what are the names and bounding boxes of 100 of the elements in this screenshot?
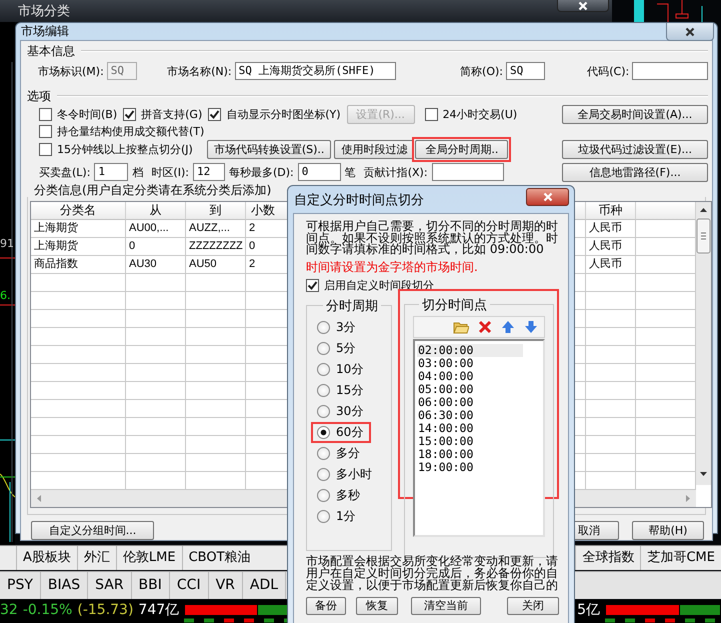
radio-label: 15分 xyxy=(336,382,364,398)
table-cell: 上海期货 xyxy=(31,220,126,238)
input-field[interactable]: SQ 上海期货交易所(SHFE) xyxy=(234,62,396,80)
close-button[interactable] xyxy=(526,188,569,206)
radio-label: 5分 xyxy=(336,340,356,356)
checkbox[interactable] xyxy=(306,278,319,292)
column-header[interactable]: 币种 xyxy=(586,202,636,220)
radio-button[interactable] xyxy=(317,384,330,396)
note-text: 市场配置会根据交易所变化经常变动和更新，请用户在自定义时间切分完成后，务必备份你的自定义设置，以便于市场配置更新后恢复你自己的 xyxy=(306,554,559,590)
button[interactable]: 垃圾代码过滤设置(E)... xyxy=(562,140,708,158)
quote-value: 747亿 xyxy=(138,601,180,620)
list-item[interactable]: 14:00:00 xyxy=(417,422,541,434)
radio-button[interactable] xyxy=(317,468,330,480)
table-cell: AU30 xyxy=(126,256,186,274)
list-box[interactable]: 02:00:00 03:00:00 04:00:00 05:00:00 06:00:00 06:30:00 14:00:00 15:00:00 18:00:00 19:00:00 xyxy=(413,338,545,536)
input-field[interactable]: SQ xyxy=(506,62,546,80)
list-item[interactable]: 15:00:00 xyxy=(417,434,541,448)
list-item[interactable]: 02:00:00 xyxy=(417,344,523,356)
tab[interactable]: BIAS xyxy=(40,572,88,599)
button[interactable]: 使用时段过滤 xyxy=(334,140,414,158)
tab[interactable]: CCI xyxy=(170,572,209,599)
tab[interactable]: ADL xyxy=(242,572,286,599)
radio-button[interactable] xyxy=(317,446,330,460)
checkbox[interactable] xyxy=(39,108,52,120)
button[interactable]: 关闭 xyxy=(507,596,559,614)
button[interactable]: 帮助(H) xyxy=(632,521,704,540)
tab[interactable]: SAR xyxy=(88,572,132,599)
input-field[interactable] xyxy=(632,62,708,80)
checkbox[interactable] xyxy=(123,108,136,120)
radio-button[interactable] xyxy=(317,362,330,376)
axis-label: 6. xyxy=(0,290,10,302)
checkbox[interactable] xyxy=(208,108,222,120)
group-title: 选项 xyxy=(27,88,51,104)
radio-button[interactable] xyxy=(317,510,330,522)
checkbox[interactable] xyxy=(424,108,438,120)
list-item[interactable]: 05:00:00 xyxy=(417,382,541,396)
tab[interactable]: A股板块 xyxy=(16,546,77,570)
input-field[interactable]: 1 xyxy=(94,163,128,181)
field-label: 档 xyxy=(132,164,144,180)
field-label: 贡献计指(X): xyxy=(364,164,428,180)
up-arrow-icon[interactable] xyxy=(501,320,515,334)
checkbox[interactable] xyxy=(39,124,52,138)
tab[interactable]: BBI xyxy=(132,572,170,599)
table-cell: 人民币 xyxy=(586,220,636,238)
table-cell: AU00,... xyxy=(126,220,186,238)
checkbox-label: 拼音支持(G) xyxy=(141,106,202,122)
field-label: 简称(O): xyxy=(460,64,503,78)
checkbox-label: 自动显示分时图坐标(Y) xyxy=(226,106,341,122)
column-header[interactable]: 分类名 xyxy=(31,202,126,220)
close-button[interactable] xyxy=(666,23,714,41)
checkbox-label: 15分钟线以上按整点切分(J) xyxy=(57,142,193,156)
tab[interactable]: 外汇 xyxy=(76,546,116,570)
list-item[interactable]: 18:00:00 xyxy=(417,448,541,460)
down-arrow-icon[interactable] xyxy=(524,320,538,334)
table-cell: 人民币 xyxy=(586,238,636,256)
quote-value: 5亿 xyxy=(577,601,600,620)
button[interactable]: 清空当前 xyxy=(411,596,481,614)
button[interactable]: 全局分时周期.. xyxy=(415,140,508,158)
radio-label: 多秒 xyxy=(336,486,360,504)
group-title: 切分时间点 xyxy=(421,296,488,314)
folder-icon[interactable] xyxy=(453,320,469,334)
radio-button[interactable] xyxy=(317,404,330,418)
input-field[interactable]: 12 xyxy=(192,163,225,181)
button[interactable]: 市场代码转换设置(S).. xyxy=(206,140,332,158)
tab[interactable]: 芝加哥CME xyxy=(640,546,721,570)
button[interactable]: 备份 xyxy=(306,596,346,614)
table-cell: 0 xyxy=(126,238,186,256)
list-item[interactable]: 06:30:00 xyxy=(417,408,541,422)
button[interactable]: 全局交易时间设置(A)... xyxy=(562,104,708,124)
table-cell: 商品指数 xyxy=(31,256,126,274)
list-item[interactable]: 19:00:00 xyxy=(417,460,541,474)
radio-label: 30分 xyxy=(336,402,364,420)
input-field[interactable] xyxy=(432,163,504,181)
radio-button[interactable] xyxy=(317,342,330,354)
tab[interactable]: CBOT粮油 xyxy=(182,546,257,570)
radio-label: 10分 xyxy=(336,360,364,378)
radio-button[interactable] xyxy=(317,488,330,502)
radio-button[interactable] xyxy=(317,320,330,334)
column-header[interactable]: 到 xyxy=(186,202,246,220)
radio-button[interactable] xyxy=(317,426,330,438)
quote-value: -0.15% xyxy=(22,601,72,620)
field-label: 市场名称(N): xyxy=(167,64,232,78)
input-field[interactable]: 0 xyxy=(298,163,341,181)
column-header[interactable]: 从 xyxy=(126,202,186,220)
tab[interactable]: 伦敦LME xyxy=(116,546,182,570)
button[interactable]: 恢复 xyxy=(356,596,398,614)
button[interactable]: 自定义分组时间... xyxy=(31,521,154,540)
button[interactable]: 信息地雷路径(F)... xyxy=(562,162,708,182)
list-item[interactable]: 04:00:00 xyxy=(417,370,541,382)
list-item[interactable]: 06:00:00 xyxy=(417,396,541,408)
quote-value: (-15.73) xyxy=(77,601,134,620)
delete-icon[interactable] xyxy=(478,320,492,334)
vertical-scrollbar[interactable] xyxy=(696,202,711,485)
table-cell: AUZZ,... xyxy=(186,220,246,238)
tab[interactable]: VR xyxy=(208,572,243,599)
close-button[interactable] xyxy=(557,0,609,12)
checkbox[interactable] xyxy=(39,142,52,156)
list-item[interactable]: 03:00:00 xyxy=(417,356,541,370)
tab[interactable]: PSY xyxy=(0,572,41,599)
field-label: 时区(I): xyxy=(151,164,189,180)
